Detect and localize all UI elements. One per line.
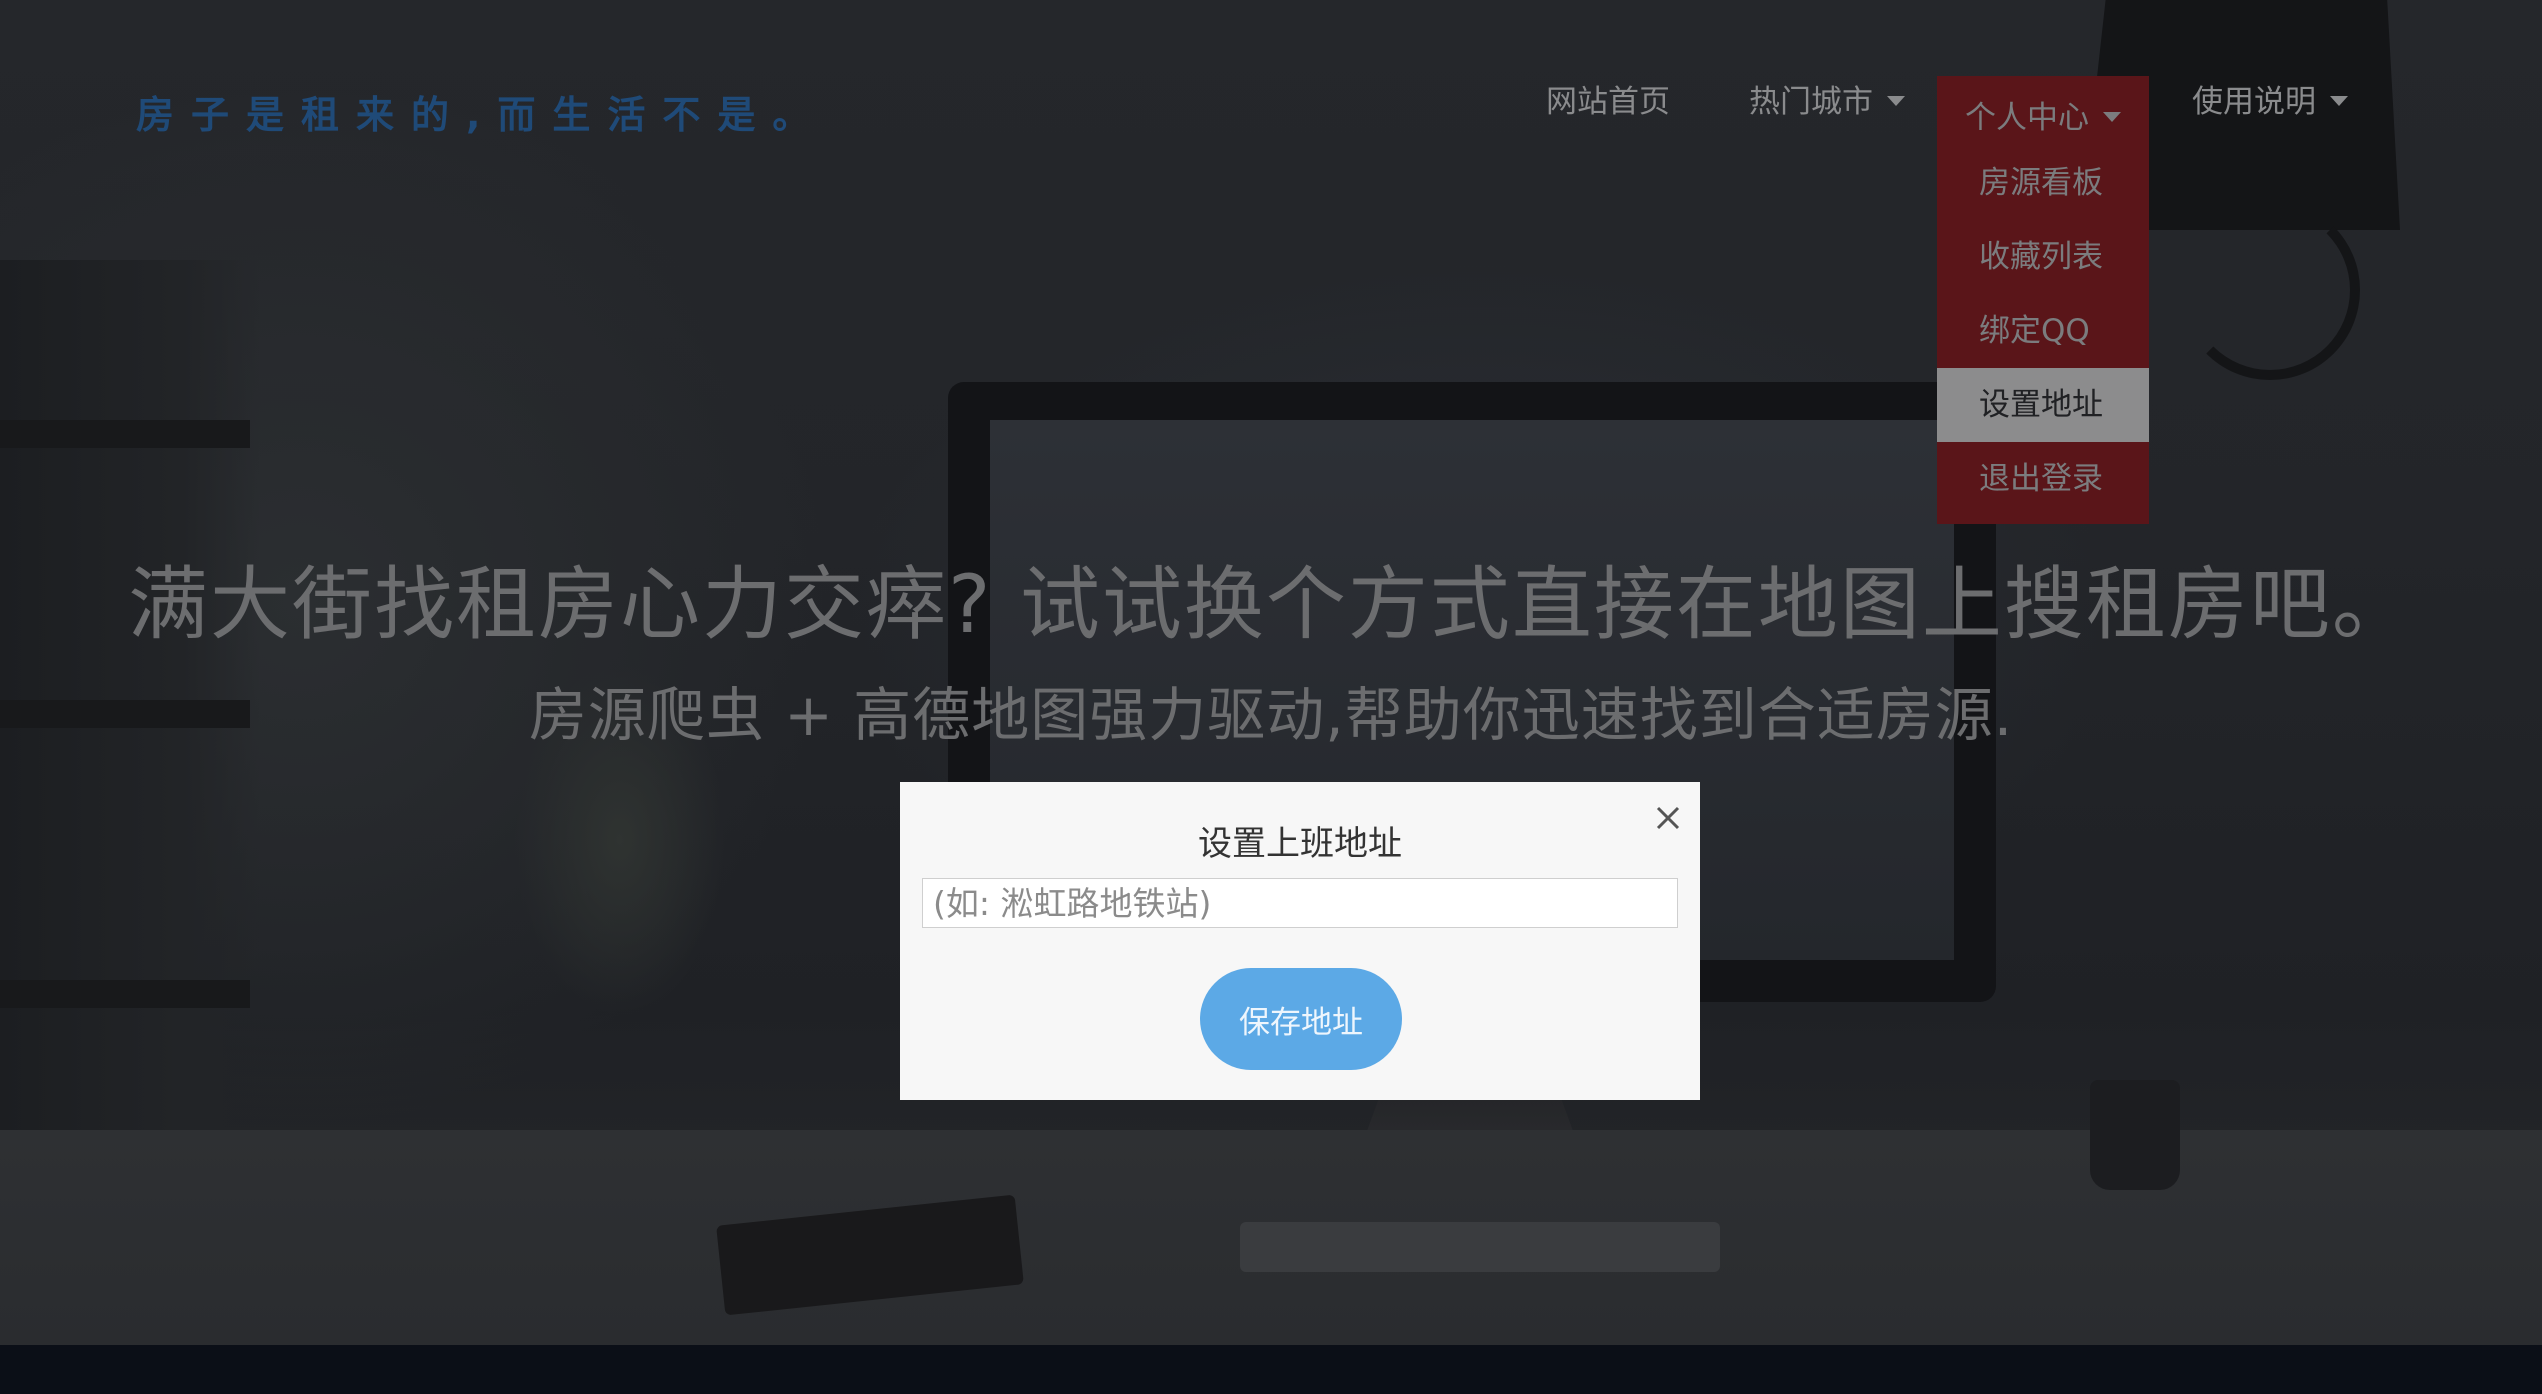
background-mug	[2090, 1080, 2180, 1190]
brand-logo-link[interactable]: 房子是租来的,而生活不是。	[136, 84, 827, 139]
nav-hot-cities[interactable]: 热门城市	[1749, 76, 1905, 146]
save-address-button[interactable]: 保存地址	[1200, 968, 1402, 1070]
nav-instructions-label: 使用说明	[2192, 84, 2316, 120]
caret-down-icon	[1887, 95, 1905, 106]
nav-hot-cities-label: 热门城市	[1749, 84, 1873, 120]
nav-personal-center[interactable]: 个人中心	[1937, 76, 2149, 146]
hero-headline: 满大街找租房心力交瘁? 试试换个方式直接在地图上搜租房吧。	[128, 558, 2414, 651]
caret-down-icon	[2103, 111, 2121, 122]
nav-home[interactable]: 网站首页	[1546, 76, 1670, 146]
shelf-board	[0, 980, 250, 1008]
background-keyboard	[1240, 1222, 1720, 1272]
background-shelf	[0, 260, 260, 1260]
set-address-modal: 设置上班地址 保存地址	[900, 782, 1700, 1100]
close-icon[interactable]	[1648, 798, 1688, 838]
nav-instructions[interactable]: 使用说明	[2192, 76, 2348, 146]
nav-personal-center-label: 个人中心	[1965, 100, 2089, 136]
caret-down-icon	[2330, 95, 2348, 106]
dropdown-item-logout[interactable]: 退出登录	[1937, 442, 2149, 516]
dropdown-item-bind-qq[interactable]: 绑定QQ	[1937, 294, 2149, 368]
work-address-input[interactable]	[922, 878, 1678, 928]
personal-center-dropdown: 房源看板 收藏列表 绑定QQ 设置地址 退出登录	[1937, 146, 2149, 524]
shelf-board	[0, 420, 250, 448]
nav-home-label: 网站首页	[1546, 84, 1670, 120]
modal-title: 设置上班地址	[1198, 824, 1402, 864]
dropdown-item-listings-board[interactable]: 房源看板	[1937, 146, 2149, 220]
dropdown-item-favorites[interactable]: 收藏列表	[1937, 220, 2149, 294]
background-lamp-arm	[2180, 200, 2360, 380]
footer-bar	[0, 1345, 2542, 1394]
hero-subheadline: 房源爬虫 + 高德地图强力驱动,帮助你迅速找到合适房源.	[528, 681, 2014, 749]
dropdown-item-set-address[interactable]: 设置地址	[1937, 368, 2149, 442]
page: 房子是租来的,而生活不是。 网站首页 热门城市 个人中心 使用说明 房源看板 收…	[0, 0, 2542, 1394]
